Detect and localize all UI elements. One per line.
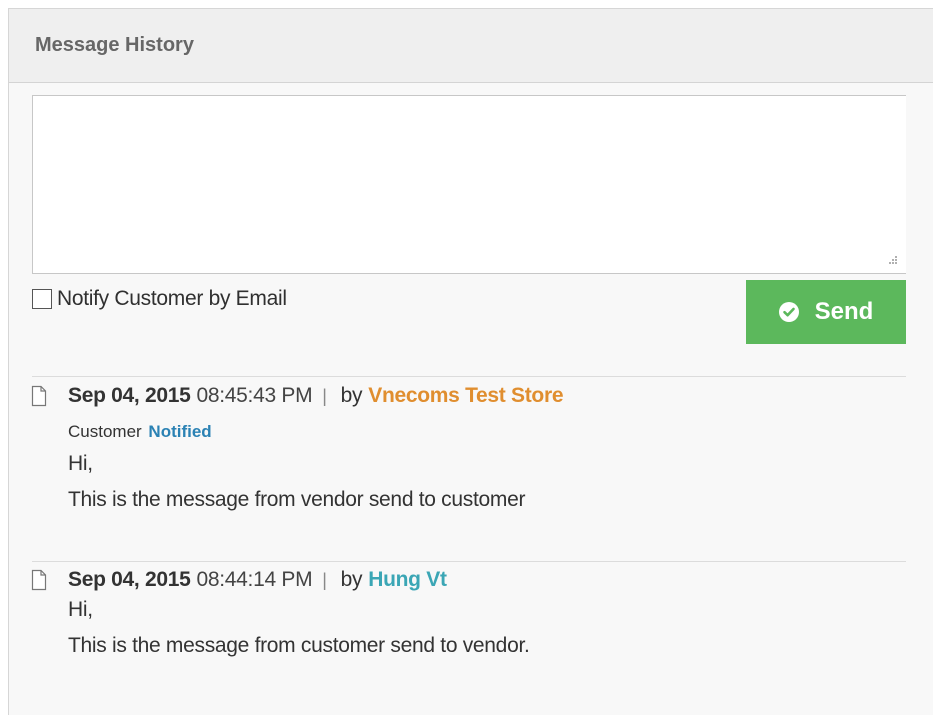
entry-message-line: Hi, (68, 598, 93, 621)
document-icon (31, 385, 47, 407)
entry-status-prefix: Customer (68, 422, 142, 441)
check-circle-icon (778, 302, 799, 322)
history-entry: Sep 04, 2015 08:44:14 PM | by Hung Vt Hi… (30, 568, 530, 664)
entry-author: Vnecoms Test Store (368, 384, 564, 407)
entry-message-line: This is the message from customer send t… (68, 634, 530, 657)
entry-separator: | (322, 385, 327, 406)
panel-title: Message History (9, 9, 933, 83)
entry-time: 08:45:43 PM (196, 384, 313, 407)
entry-status-value: Notified (148, 422, 212, 441)
entry-date: Sep 04, 2015 (68, 384, 191, 407)
entry-message: Hi, This is the message from customer se… (68, 592, 530, 664)
entry-message: Hi, This is the message from vendor send… (68, 446, 563, 518)
message-textarea[interactable] (32, 95, 906, 274)
entry-by: by (340, 568, 363, 591)
history-entry: Sep 04, 2015 08:45:43 PM | by Vnecoms Te… (30, 384, 564, 518)
document-icon (31, 569, 47, 591)
entry-by: by (340, 384, 363, 407)
send-button[interactable]: Send (746, 280, 906, 344)
entry-separator: | (322, 569, 327, 590)
entry-message-line: This is the message from vendor send to … (68, 488, 526, 511)
send-button-label: Send (814, 298, 874, 325)
entry-message-line: Hi, (68, 452, 93, 475)
resize-grip-icon[interactable] (884, 254, 898, 268)
entry-time: 08:44:14 PM (196, 568, 313, 591)
entry-status: Customer Notified (68, 422, 563, 442)
history-divider (32, 376, 906, 377)
entry-header: Sep 04, 2015 08:45:43 PM | by Vnecoms Te… (30, 384, 564, 408)
entry-date: Sep 04, 2015 (68, 568, 191, 591)
history-divider (32, 561, 906, 562)
notify-customer-label[interactable]: Notify Customer by Email (57, 287, 287, 311)
entry-header: Sep 04, 2015 08:44:14 PM | by Hung Vt (30, 568, 530, 592)
notify-customer-checkbox[interactable] (32, 289, 52, 309)
entry-author: Hung Vt (368, 568, 447, 591)
notify-customer-row: Notify Customer by Email (32, 286, 287, 312)
